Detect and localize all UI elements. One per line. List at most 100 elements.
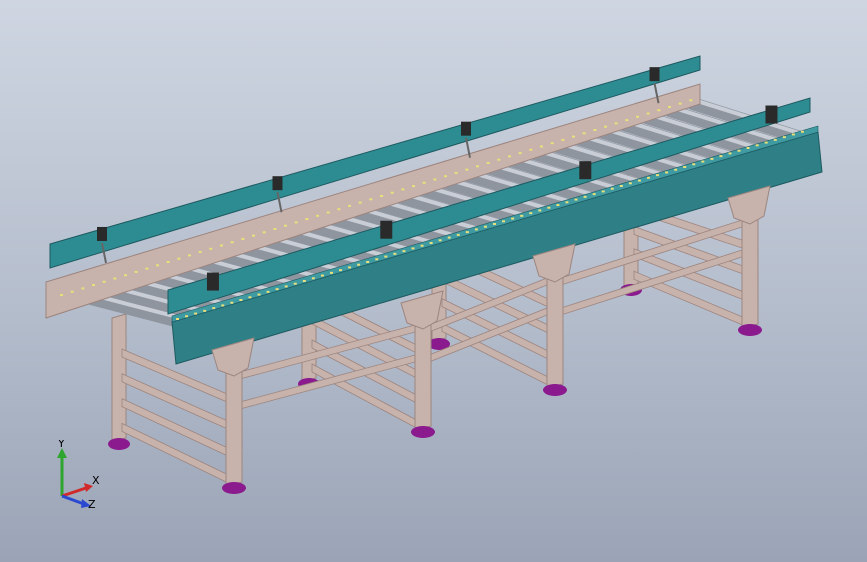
near-chain-link-22 — [375, 258, 379, 261]
far-chain-link-55 — [646, 112, 650, 115]
leg-foot-front-3 — [738, 324, 762, 336]
near-chain-link-53 — [656, 174, 660, 177]
near-chain-link-9 — [257, 293, 261, 296]
near-chain-link-34 — [483, 225, 487, 228]
far-chain-link-2 — [81, 287, 85, 290]
near-chain-link-62 — [737, 149, 741, 152]
conveyor-model[interactable] — [0, 0, 867, 562]
near-chain-link-18 — [339, 269, 343, 272]
far-chain-link-28 — [358, 201, 362, 204]
near-chain-link-66 — [773, 138, 777, 141]
near-chain-link-51 — [637, 179, 641, 182]
near-chain-link-32 — [465, 231, 469, 234]
near-chain-link-46 — [592, 193, 596, 196]
far-chain-link-9 — [156, 264, 159, 267]
near-chain-link-49 — [619, 185, 623, 187]
near-chain-link-2 — [194, 312, 198, 315]
far-chain-link-12 — [188, 254, 191, 257]
far-chain-link-22 — [294, 221, 298, 224]
near-chain-link-39 — [529, 212, 533, 215]
near-chain-link-8 — [248, 296, 252, 299]
far-chain-link-27 — [348, 204, 351, 207]
near-chain-link-0 — [176, 318, 179, 320]
far-chain-link-3 — [92, 284, 95, 287]
near-chain-link-65 — [764, 141, 768, 144]
far-chain-link-40 — [486, 162, 490, 164]
far-chain-link-21 — [284, 224, 287, 227]
far-guide-clamp-2 — [461, 121, 471, 136]
near-chain-link-26 — [411, 247, 415, 250]
far-chain-link-58 — [678, 102, 682, 105]
far-guide-clamp-1 — [272, 176, 283, 191]
far-chain-link-44 — [529, 148, 533, 151]
far-chain-link-54 — [636, 115, 639, 118]
leg-foot-front-0 — [222, 482, 246, 494]
near-chain-link-41 — [547, 206, 551, 209]
far-chain-link-50 — [593, 129, 597, 131]
near-chain-link-54 — [665, 171, 669, 174]
near-chain-link-17 — [329, 271, 333, 274]
far-chain-link-52 — [614, 122, 618, 125]
near-chain-link-43 — [565, 201, 569, 204]
near-chain-link-20 — [357, 263, 361, 266]
near-chain-link-1 — [185, 315, 189, 318]
near-chain-link-28 — [429, 242, 433, 244]
far-chain-link-1 — [70, 290, 74, 293]
far-chain-link-5 — [113, 277, 117, 280]
far-chain-link-14 — [209, 247, 213, 250]
far-chain-link-41 — [497, 158, 501, 161]
near-chain-link-35 — [493, 223, 496, 225]
far-chain-link-7 — [134, 270, 138, 273]
leg-brace-0-1 — [121, 373, 227, 429]
far-chain-link-42 — [508, 155, 511, 158]
far-chain-link-23 — [305, 218, 309, 221]
near-chain-link-4 — [212, 307, 216, 310]
leg-foot-back-0 — [108, 438, 130, 450]
near-guide-clamp-1 — [380, 220, 393, 239]
near-chain-link-58 — [701, 160, 705, 163]
far-chain-link-46 — [550, 142, 554, 145]
near-chain-link-10 — [266, 290, 270, 293]
z-axis-line — [61, 494, 85, 506]
near-chain-link-59 — [710, 157, 714, 160]
near-chain-link-50 — [628, 182, 632, 185]
near-chain-link-60 — [719, 155, 723, 158]
far-chain-link-29 — [369, 198, 373, 201]
near-chain-link-37 — [511, 217, 515, 220]
near-guide-clamp-0 — [206, 272, 219, 291]
near-chain-link-29 — [438, 239, 442, 242]
far-chain-link-20 — [273, 228, 277, 230]
far-guide-clamp-3 — [649, 67, 660, 82]
far-chain-link-0 — [60, 294, 63, 296]
near-chain-link-7 — [239, 299, 243, 301]
near-chain-link-42 — [556, 204, 560, 206]
far-chain-link-47 — [561, 138, 565, 141]
far-chain-link-15 — [220, 244, 223, 247]
far-chain-link-4 — [102, 280, 106, 283]
near-chain-link-47 — [601, 190, 605, 193]
near-chain-link-21 — [366, 261, 370, 263]
near-guide-clamp-2 — [579, 161, 592, 180]
coordinate-triad: Y X Z — [57, 440, 100, 510]
cad-viewport[interactable]: Y X Z — [0, 0, 867, 562]
far-chain-link-35 — [433, 178, 437, 181]
far-chain-link-38 — [465, 168, 469, 171]
far-chain-link-59 — [689, 99, 693, 102]
far-chain-link-37 — [454, 171, 458, 174]
near-chain-link-27 — [420, 244, 424, 247]
far-chain-link-36 — [444, 175, 447, 178]
near-chain-link-68 — [791, 133, 795, 136]
far-chain-link-19 — [262, 231, 266, 234]
leg-foot-front-1 — [411, 426, 435, 438]
near-chain-link-25 — [402, 250, 406, 253]
leg-brace-0-0 — [121, 348, 227, 403]
near-chain-link-45 — [583, 195, 587, 198]
near-chain-link-16 — [320, 274, 324, 277]
far-chain-link-57 — [668, 105, 671, 108]
y-axis-label: Y — [57, 440, 65, 450]
far-chain-link-32 — [401, 188, 405, 191]
near-chain-link-40 — [538, 209, 542, 212]
far-chain-link-25 — [326, 211, 330, 214]
near-chain-link-33 — [474, 228, 478, 231]
far-chain-link-16 — [230, 241, 234, 244]
